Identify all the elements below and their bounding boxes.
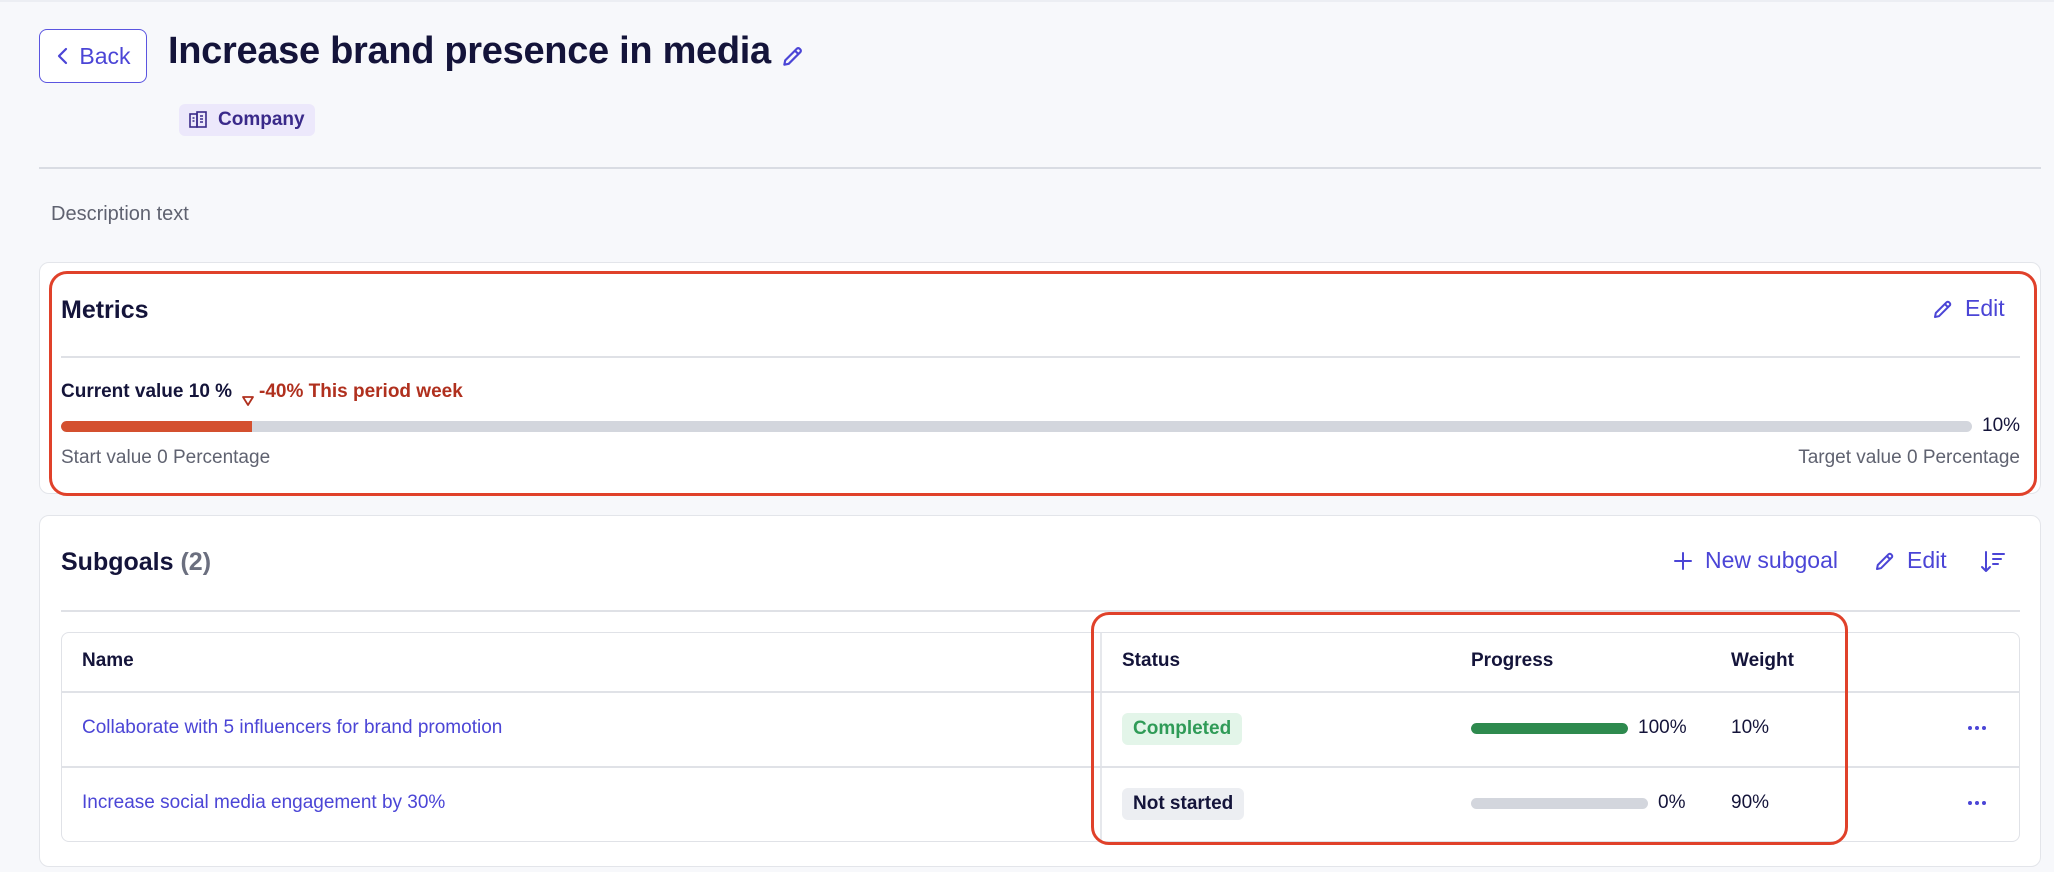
column-header-weight[interactable]: Weight	[1731, 650, 1794, 672]
subgoal-weight: 90%	[1731, 792, 1770, 813]
subgoal-progress-value: 0%	[1658, 792, 1686, 813]
ellipsis-icon[interactable]	[1965, 798, 1989, 808]
subgoal-progress-fill	[1471, 723, 1628, 734]
table-row-divider	[61, 766, 2020, 768]
metrics-card	[39, 262, 2041, 494]
chevron-left-icon	[58, 47, 68, 65]
subgoals-edit-label: Edit	[1907, 547, 1947, 573]
triangle-down-icon	[242, 396, 254, 406]
scope-badge-label: Company	[218, 109, 305, 130]
subgoals-count: (2)	[180, 548, 212, 576]
pencil-icon	[1934, 300, 1952, 318]
metric-start-value: Start value 0 Percentage	[61, 447, 271, 468]
page-top-border	[0, 0, 2054, 2]
back-button[interactable]: Back	[39, 29, 147, 83]
table-column-separator	[1100, 633, 1102, 841]
metric-change: -40% This period week	[241, 381, 463, 407]
subgoals-title-label: Subgoals	[61, 548, 174, 576]
header-divider	[39, 167, 2041, 169]
status-badge: Completed	[1122, 713, 1243, 745]
column-header-status[interactable]: Status	[1122, 650, 1180, 672]
subgoals-title: Subgoals (2)	[61, 548, 211, 577]
subgoal-weight: 10%	[1731, 717, 1770, 738]
subgoal-progress-value: 100%	[1638, 717, 1687, 738]
subgoal-name-link[interactable]: Increase social media engagement by 30%	[82, 792, 445, 814]
metric-change-label: -40% This period week	[259, 381, 463, 402]
metrics-title: Metrics	[61, 296, 149, 324]
pencil-icon[interactable]	[780, 43, 806, 69]
new-subgoal-button[interactable]: New subgoal	[1671, 547, 1838, 574]
metrics-edit-button[interactable]: Edit	[1931, 295, 2005, 322]
metric-progress-fill	[61, 421, 253, 432]
metric-target-value: Target value 0 Percentage	[1798, 447, 2020, 468]
subgoals-edit-button[interactable]: Edit	[1873, 547, 1947, 574]
page-title: Increase brand presence in media	[168, 30, 771, 72]
subgoal-name-link[interactable]: Collaborate with 5 influencers for brand…	[82, 717, 502, 739]
back-button-label: Back	[79, 42, 131, 69]
scope-badge: Company	[179, 104, 315, 136]
metrics-divider	[61, 356, 2020, 358]
plus-icon	[1674, 551, 1692, 570]
column-header-progress[interactable]: Progress	[1471, 650, 1553, 672]
status-badge: Not started	[1122, 788, 1245, 820]
column-header-name[interactable]: Name	[82, 650, 134, 672]
new-subgoal-label: New subgoal	[1705, 547, 1838, 573]
ellipsis-icon[interactable]	[1965, 723, 1989, 733]
goal-description: Description text	[51, 203, 189, 225]
metrics-edit-label: Edit	[1965, 295, 2005, 321]
building-icon	[189, 111, 207, 128]
metric-current-value: Current value 10 %	[61, 381, 233, 402]
sort-icon[interactable]	[1979, 548, 2007, 576]
metric-progress-bar	[61, 421, 1972, 432]
subgoal-progress-bar	[1471, 798, 1648, 809]
subgoal-progress-bar	[1471, 723, 1628, 734]
subgoals-divider	[61, 610, 2020, 612]
pencil-icon	[1876, 552, 1894, 570]
metric-progress-percent: 10%	[1982, 415, 2021, 436]
table-header-divider	[61, 691, 2020, 693]
